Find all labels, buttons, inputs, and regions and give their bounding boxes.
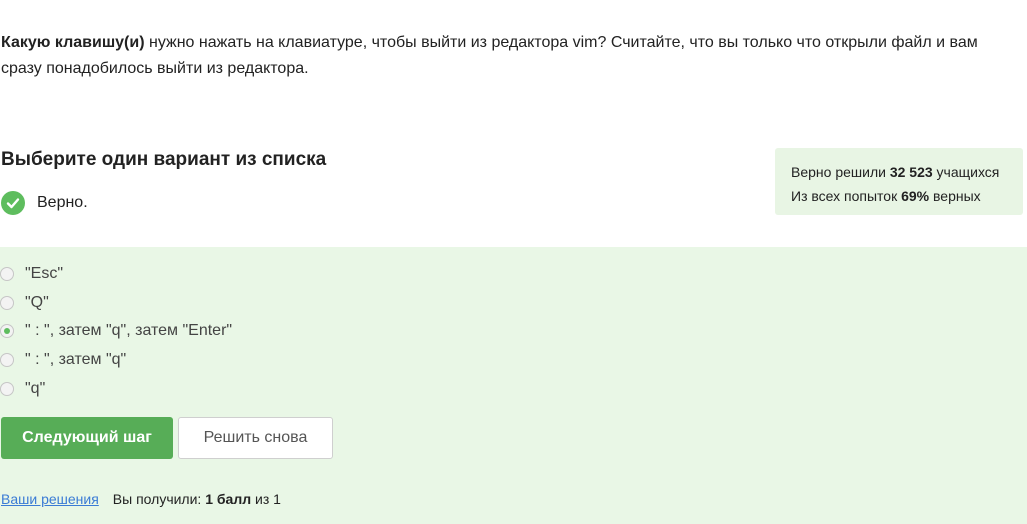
stats-panel: Верно решили 32 523 учащихся Из всех поп… (775, 148, 1023, 215)
option-colon-q[interactable]: " : ", затем "q" (0, 350, 126, 370)
option-colon-q-enter[interactable]: " : ", затем "q", затем "Enter" (0, 321, 232, 341)
stats-attempts-prefix: Из всех попыток (791, 188, 902, 204)
section-title: Выберите один вариант из списка (1, 149, 327, 170)
option-label: "Q" (25, 294, 49, 311)
option-label: " : ", затем "q", затем "Enter" (25, 322, 233, 339)
option-esc[interactable]: "Esc" (0, 264, 63, 284)
radio-button[interactable] (0, 296, 14, 310)
option-q-upper[interactable]: "Q" (0, 293, 49, 313)
radio-button[interactable] (0, 267, 14, 281)
stats-solved-count: 32 523 (889, 164, 933, 180)
verdict: Верно. (1, 191, 88, 215)
question-body: нужно нажать на клавиатуре, чтобы выйти … (1, 34, 978, 77)
question-bold: Какую клавишу(и) (1, 34, 145, 51)
option-label: "q" (25, 380, 46, 397)
check-circle-icon (1, 191, 25, 215)
option-label: " : ", затем "q" (25, 351, 127, 368)
radio-button-checked[interactable] (0, 324, 14, 338)
question-text: Какую клавишу(и) нужно нажать на клавиат… (1, 30, 1001, 82)
score-text: Вы получили: 1 балл из 1 (113, 491, 281, 507)
stats-attempts-percent: 69% (901, 188, 930, 204)
score-suffix: из 1 (251, 491, 281, 507)
retry-button[interactable]: Решить снова (178, 417, 333, 459)
next-step-button[interactable]: Следующий шаг (1, 417, 173, 459)
verdict-text: Верно. (37, 194, 88, 211)
stats-solved-line: Верно решили 32 523 учащихся (791, 160, 1023, 184)
stats-solved-prefix: Верно решили (791, 164, 890, 180)
score-value: 1 балл (205, 491, 252, 507)
radio-button[interactable] (0, 382, 14, 396)
my-solutions-link[interactable]: Ваши решения (1, 491, 99, 507)
answer-area: "Esc" "Q" " : ", затем "q", затем "Enter… (0, 247, 1027, 524)
stats-solved-suffix: учащихся (932, 164, 1000, 180)
stats-attempts-line: Из всех попыток 69% верных (791, 184, 1023, 208)
option-label: "Esc" (25, 265, 64, 282)
score-prefix: Вы получили: (112, 491, 206, 507)
stats-attempts-suffix: верных (929, 188, 981, 204)
footer: Ваши решения Вы получили: 1 балл из 1 (1, 491, 281, 507)
radio-button[interactable] (0, 353, 14, 367)
option-q-lower[interactable]: "q" (0, 379, 45, 399)
